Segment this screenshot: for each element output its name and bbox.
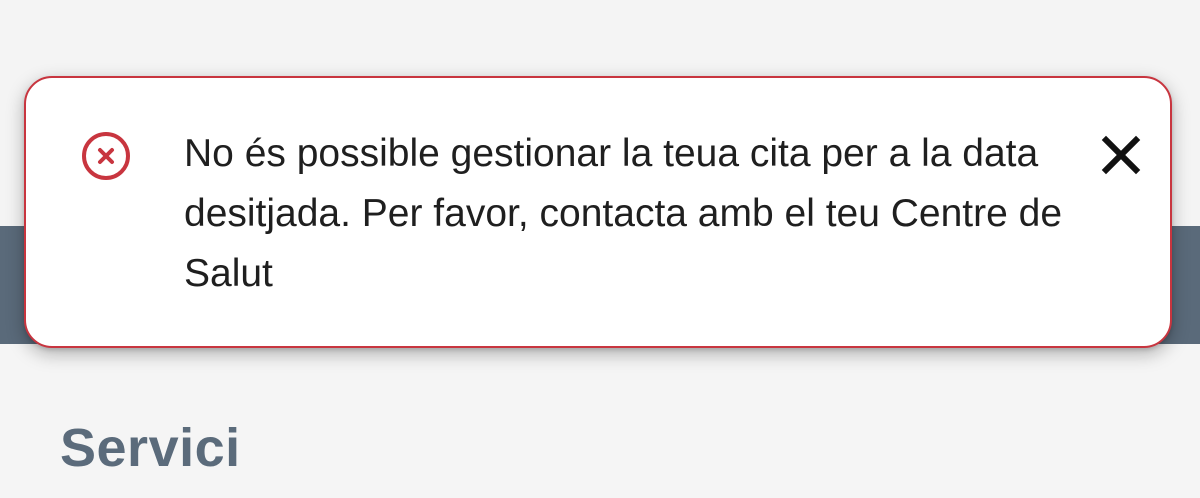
toast-message: No és possible gestionar la teua cita pe…	[184, 132, 1063, 295]
app-page: Servici No és possible gestionar la teua…	[0, 0, 1200, 498]
error-toast: No és possible gestionar la teua cita pe…	[24, 76, 1172, 348]
error-circle-x-icon	[80, 130, 132, 182]
close-button[interactable]	[1096, 130, 1146, 180]
close-icon	[1101, 135, 1141, 175]
section-title: Servici	[60, 418, 241, 478]
